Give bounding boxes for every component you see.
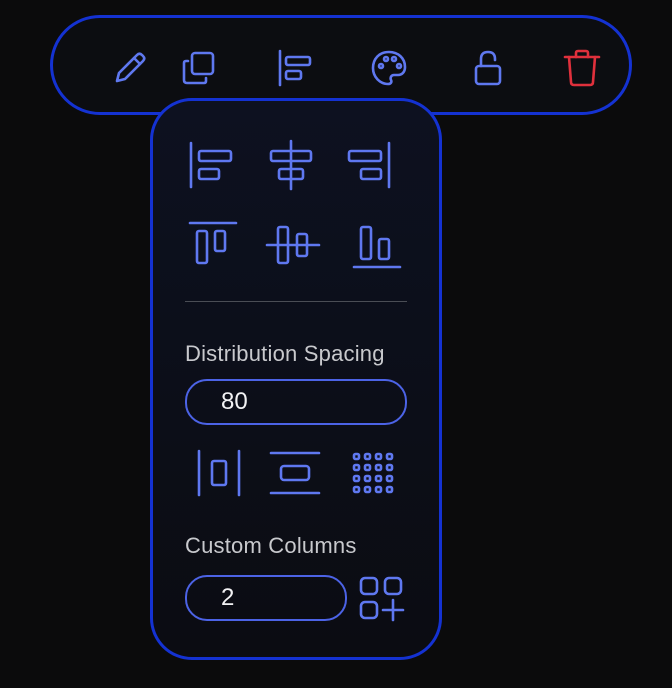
align-top-button[interactable] bbox=[185, 217, 241, 273]
align-right-button[interactable] bbox=[339, 137, 395, 193]
color-button[interactable] bbox=[366, 45, 412, 91]
lock-toggle-button[interactable] bbox=[465, 45, 511, 91]
distribute-vertical-button[interactable] bbox=[267, 445, 323, 501]
grid-add-icon bbox=[359, 576, 405, 622]
unlock-icon bbox=[474, 50, 502, 86]
distribute-horizontal-icon bbox=[197, 449, 241, 497]
palette-icon bbox=[371, 50, 407, 86]
align-left-icon bbox=[189, 141, 233, 189]
edit-button[interactable] bbox=[107, 45, 153, 91]
align-left-icon bbox=[278, 49, 312, 87]
distribution-spacing-label: Distribution Spacing bbox=[185, 341, 385, 366]
align-center-horizontal-icon bbox=[269, 139, 313, 191]
align-center-horizontal-button[interactable] bbox=[263, 137, 319, 193]
align-left-button[interactable] bbox=[185, 137, 241, 193]
grid-layout-button[interactable] bbox=[345, 445, 401, 501]
add-columns-button[interactable] bbox=[353, 570, 409, 626]
distribute-horizontal-button[interactable] bbox=[191, 445, 247, 501]
custom-columns-input[interactable]: 2 bbox=[185, 575, 347, 621]
copy-icon bbox=[182, 51, 215, 85]
align-top-icon bbox=[188, 221, 238, 265]
distribute-vertical-icon bbox=[269, 451, 321, 495]
alignment-panel: Distribution Spacing 80 Custom Columns 2 bbox=[150, 98, 442, 660]
distribution-spacing-input[interactable]: 80 bbox=[185, 379, 407, 425]
delete-button[interactable] bbox=[559, 45, 605, 91]
align-menu-button[interactable] bbox=[271, 45, 317, 91]
grid-dots-icon bbox=[352, 452, 394, 494]
duplicate-button[interactable] bbox=[176, 45, 222, 91]
pencil-icon bbox=[115, 52, 146, 83]
align-right-icon bbox=[347, 141, 391, 189]
canvas-stage: Distribution Spacing 80 Custom Columns 2 bbox=[0, 0, 672, 688]
trash-icon bbox=[563, 49, 601, 87]
align-middle-vertical-icon bbox=[265, 225, 321, 265]
align-bottom-icon bbox=[352, 225, 402, 269]
custom-columns-label: Custom Columns bbox=[185, 533, 357, 558]
align-middle-vertical-button[interactable] bbox=[265, 217, 321, 273]
panel-divider bbox=[185, 301, 407, 302]
align-bottom-button[interactable] bbox=[349, 217, 405, 273]
